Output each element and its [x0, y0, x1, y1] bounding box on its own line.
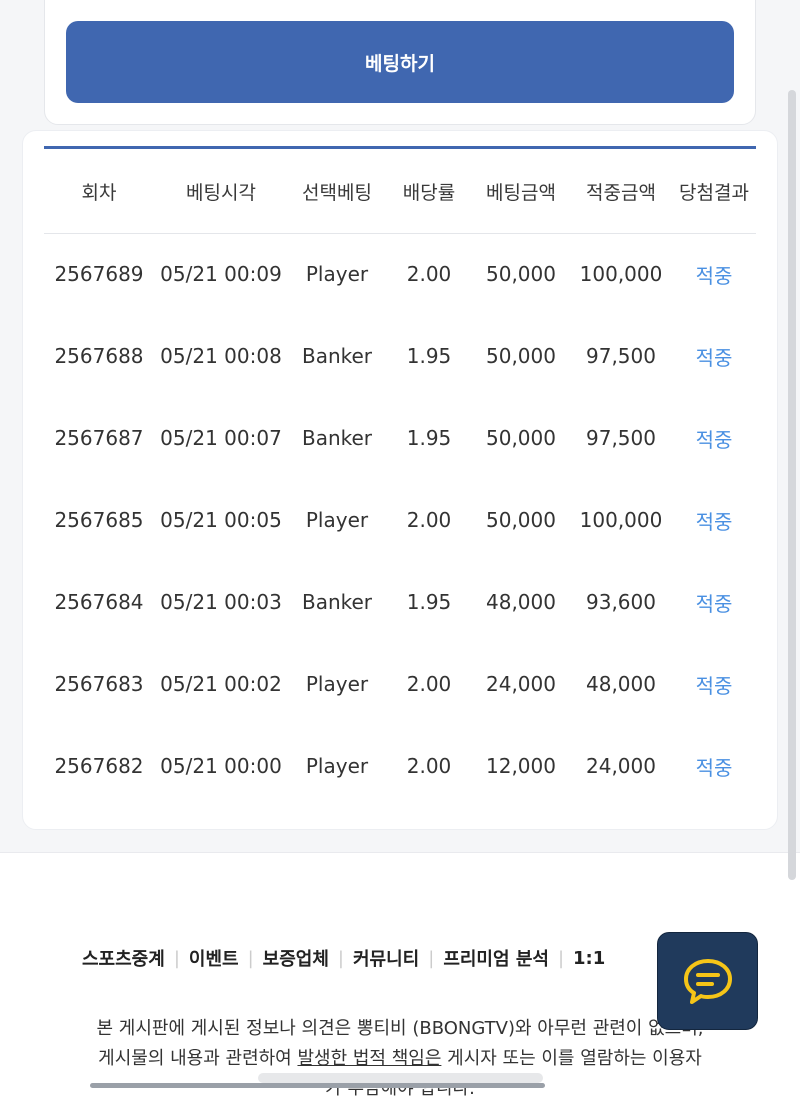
footer-link-sports[interactable]: 스포츠중계 [82, 945, 165, 971]
cell-round: 2567682 [54, 754, 144, 778]
disclaimer-text: 게시자 또는 이를 열람하는 이용자 [441, 1048, 702, 1069]
bet-button[interactable]: 베팅하기 [66, 21, 734, 103]
col-header-choice: 선택베팅 [288, 150, 386, 234]
footer-nav-divider: | [247, 947, 254, 969]
cell-choice: Player [305, 672, 369, 696]
cell-payout: 93,600 [586, 590, 656, 614]
cell-odds: 2.00 [406, 262, 452, 287]
cell-payout: 48,000 [586, 672, 656, 696]
cell-bet: 24,000 [486, 672, 556, 696]
table-row: 2567685 05/21 00:05 Player 2.00 50,000 1… [44, 479, 756, 561]
cell-payout: 97,500 [586, 344, 656, 368]
cell-bet: 50,000 [486, 426, 556, 450]
cell-time: 05/21 00:02 [160, 672, 282, 696]
cell-odds: 2.00 [406, 754, 452, 778]
cell-time: 05/21 00:03 [160, 590, 282, 614]
col-header-payout: 적중금액 [570, 150, 672, 234]
cell-round: 2567683 [54, 672, 144, 696]
footer-link-events[interactable]: 이벤트 [189, 945, 239, 971]
disclaimer-text: 게시물의 내용과 관련하여 [98, 1048, 298, 1069]
table-row: 2567683 05/21 00:02 Player 2.00 24,000 4… [44, 643, 756, 725]
table-row: 2567688 05/21 00:08 Banker 1.95 50,000 9… [44, 315, 756, 397]
footer-nav-divider: | [337, 947, 344, 969]
cell-odds: 2.00 [406, 672, 452, 696]
cell-odds: 1.95 [406, 426, 452, 450]
bet-history-table: 회차 베팅시각 선택베팅 배당률 베팅금액 적중금액 당첨결과 2567689 … [44, 150, 756, 807]
col-header-result: 당첨결과 [672, 150, 756, 234]
cell-round: 2567684 [54, 590, 144, 614]
cell-payout: 24,000 [586, 754, 656, 778]
cell-time: 05/21 00:09 [160, 262, 282, 287]
cell-choice: Banker [301, 344, 373, 368]
cell-round: 2567689 [54, 262, 144, 287]
cell-bet: 50,000 [486, 344, 556, 368]
cell-time: 05/21 00:05 [160, 508, 282, 532]
footer-nav: 스포츠중계 | 이벤트 | 보증업체 | 커뮤니티 | 프리미엄 분석 | 1:… [82, 945, 605, 971]
cell-result: 적중 [695, 509, 733, 534]
col-header-bet: 베팅금액 [472, 150, 570, 234]
cell-choice: Banker [301, 590, 373, 614]
cell-choice: Banker [301, 426, 373, 450]
cell-bet: 48,000 [486, 590, 556, 614]
footer-link-premium[interactable]: 프리미엄 분석 [443, 945, 549, 971]
col-header-time: 베팅시각 [154, 150, 288, 234]
table-row: 2567687 05/21 00:07 Banker 1.95 50,000 9… [44, 397, 756, 479]
footer-link-community[interactable]: 커뮤니티 [353, 945, 419, 971]
cell-result: 적중 [695, 427, 733, 452]
cell-bet: 12,000 [486, 754, 556, 778]
col-header-odds: 배당률 [386, 150, 472, 234]
table-row: 2567689 05/21 00:09 Player 2.00 50,000 1… [44, 233, 756, 315]
cell-choice: Player [305, 508, 369, 532]
cell-bet: 50,000 [486, 508, 556, 532]
cell-odds: 1.95 [406, 590, 452, 614]
cell-odds: 2.00 [406, 508, 452, 532]
cell-round: 2567688 [54, 344, 144, 368]
cell-result: 적중 [695, 345, 733, 370]
cell-round: 2567687 [54, 426, 144, 450]
scroll-thumb [258, 1073, 543, 1083]
cell-odds: 1.95 [406, 344, 452, 368]
table-row: 2567684 05/21 00:03 Banker 1.95 48,000 9… [44, 561, 756, 643]
cell-payout: 100,000 [579, 262, 663, 287]
cell-payout: 100,000 [579, 508, 663, 532]
disclaimer-emphasis: 발생한 법적 책임은 [297, 1048, 442, 1069]
chat-button[interactable] [657, 932, 758, 1030]
cell-result: 적중 [695, 591, 733, 616]
home-indicator[interactable] [90, 1083, 545, 1088]
footer-nav-divider: | [173, 947, 180, 969]
cell-round: 2567685 [54, 508, 144, 532]
chat-bubble-icon [683, 959, 732, 1004]
scrollbar[interactable] [788, 90, 796, 880]
table-header-row: 회차 베팅시각 선택베팅 배당률 베팅금액 적중금액 당첨결과 [44, 150, 756, 234]
cell-choice: Player [305, 754, 369, 778]
cell-result: 적중 [695, 673, 733, 698]
footer-nav-divider: | [557, 947, 565, 969]
table-row: 2567682 05/21 00:00 Player 2.00 12,000 2… [44, 725, 756, 807]
cell-payout: 97,500 [586, 426, 656, 450]
cell-result: 적중 [695, 755, 733, 780]
cell-time: 05/21 00:07 [160, 426, 282, 450]
history-divider [44, 146, 756, 149]
col-header-round: 회차 [44, 150, 154, 234]
cell-result: 적중 [695, 263, 733, 288]
cell-time: 05/21 00:08 [160, 344, 282, 368]
cell-bet: 50,000 [486, 262, 556, 287]
footer-link-inquiry[interactable]: 1:1 [573, 948, 605, 969]
page: 베팅하기 회차 베팅시각 선택베팅 배당률 베팅금액 적중금액 당첨결과 256… [0, 0, 800, 1096]
footer-link-partners[interactable]: 보증업체 [263, 945, 329, 971]
cell-choice: Player [305, 262, 369, 287]
footer-nav-divider: | [428, 947, 435, 969]
disclaimer-line: 게시물의 내용과 관련하여 발생한 법적 책임은 게시자 또는 이를 열람하는 … [30, 1044, 770, 1074]
cell-time: 05/21 00:00 [160, 754, 282, 778]
